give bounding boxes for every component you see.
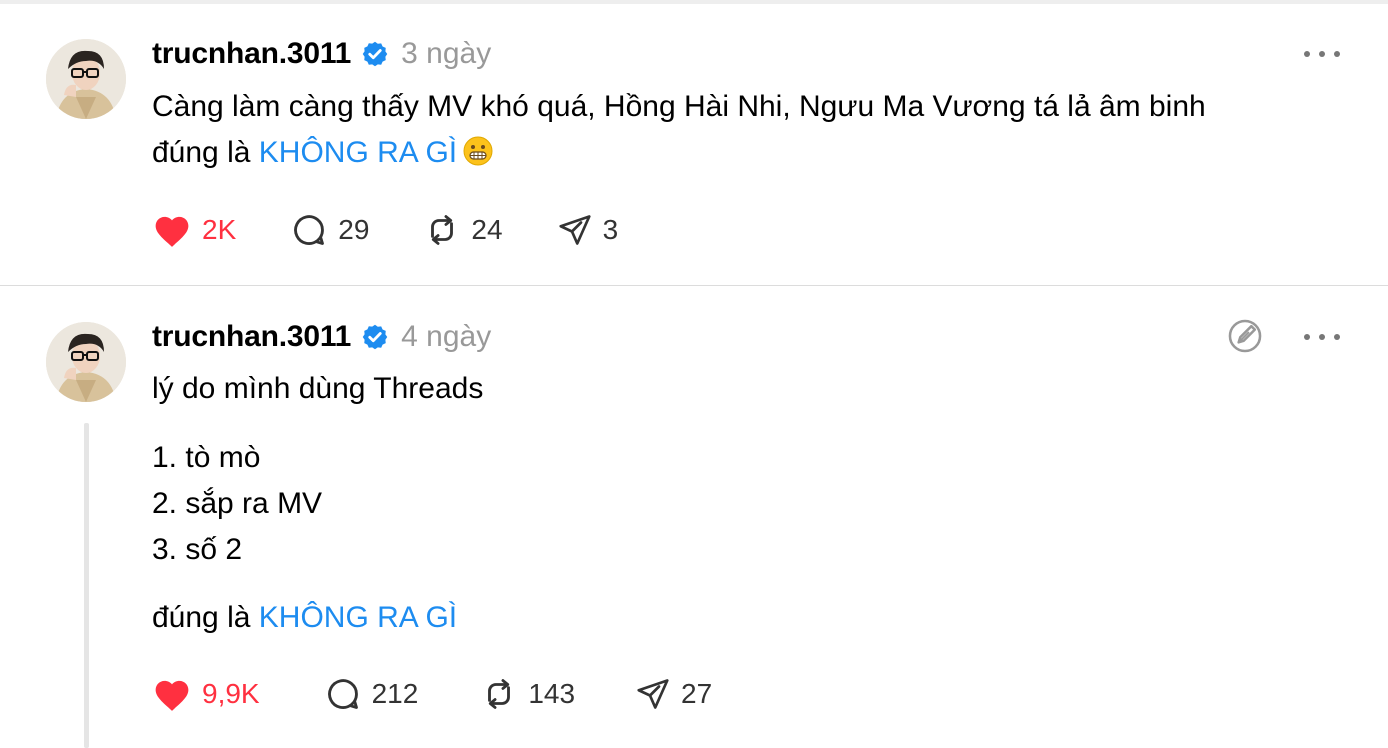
more-options-button[interactable] [1304, 329, 1340, 345]
action-bar: 2K 29 24 3 [152, 210, 618, 250]
repost-button[interactable]: 143 [480, 675, 575, 713]
reply-count: 29 [338, 214, 370, 245]
more-dot [1304, 51, 1310, 57]
verified-badge-icon [361, 40, 389, 68]
post-header: trucnhan.3011 3 ngày [152, 34, 491, 74]
username[interactable]: trucnhan.3011 [152, 37, 351, 71]
reply-button[interactable]: 29 [290, 211, 369, 249]
heart-icon [155, 216, 189, 247]
comment-icon [327, 679, 358, 709]
avatar[interactable] [46, 322, 126, 402]
post-time[interactable]: 3 ngày [401, 37, 491, 71]
more-dot [1304, 334, 1310, 340]
thread-line [84, 423, 89, 748]
text-prefix: đúng là [152, 136, 259, 169]
reply-button[interactable]: 212 [324, 675, 419, 713]
post-text: Càng làm càng thấy MV khó quá, Hồng Hài … [152, 84, 1206, 176]
like-button[interactable]: 9,9K [152, 676, 260, 712]
post-header: trucnhan.3011 4 ngày [152, 317, 491, 357]
heart-icon [155, 680, 189, 711]
post-line: đúng là KHÔNG RA GÌ [152, 595, 457, 641]
more-dot [1319, 334, 1325, 340]
edit-icon[interactable] [1226, 317, 1264, 355]
share-count: 3 [602, 214, 619, 245]
list-item: 1. tò mò [152, 441, 261, 474]
like-count: 9,9K [202, 678, 260, 709]
text-prefix: đúng là [152, 601, 259, 634]
post-line: Càng làm càng thấy MV khó quá, Hồng Hài … [152, 90, 1206, 123]
reply-count: 212 [371, 678, 419, 709]
list-item: 2. sắp ra MV [152, 487, 323, 520]
repost-button[interactable]: 24 [423, 211, 503, 249]
repost-count: 24 [471, 214, 503, 245]
more-dot [1334, 51, 1340, 57]
repost-icon [488, 679, 511, 709]
verified-badge-icon [361, 323, 389, 351]
post-time[interactable]: 4 ngày [401, 320, 491, 354]
post-text-end: đúng là KHÔNG RA GÌ [152, 595, 457, 641]
more-dot [1319, 51, 1325, 57]
comment-icon [294, 215, 325, 245]
repost-icon [431, 215, 454, 245]
post-list: 1. tò mò 2. sắp ra MV 3. số 2 [152, 435, 322, 573]
username[interactable]: trucnhan.3011 [152, 320, 351, 354]
post-line: đúng là KHÔNG RA GÌ [152, 130, 1206, 176]
more-dot [1334, 334, 1340, 340]
like-button[interactable]: 2K [152, 212, 236, 248]
grimacing-emoji [463, 134, 493, 166]
thread-post-1[interactable]: trucnhan.3011 3 ngày Càng làm càng thấy … [0, 0, 1388, 285]
post-line: lý do mình dùng Threads [152, 372, 484, 405]
like-count: 2K [202, 214, 237, 245]
post-text: lý do mình dùng Threads [152, 366, 483, 412]
avatar[interactable] [46, 39, 126, 119]
share-icon [558, 215, 591, 245]
hashtag-link[interactable]: KHÔNG RA GÌ [259, 601, 457, 634]
repost-count: 143 [528, 678, 576, 709]
action-bar: 9,9K 212 143 27 [152, 674, 712, 714]
share-icon [637, 679, 669, 709]
share-button[interactable]: 3 [557, 212, 619, 248]
share-button[interactable]: 27 [635, 676, 712, 712]
more-options-button[interactable] [1304, 46, 1340, 62]
hashtag-link[interactable]: KHÔNG RA GÌ [259, 136, 457, 169]
share-count: 27 [681, 678, 713, 709]
thread-post-2[interactable]: trucnhan.3011 4 ngày lý do mình dùng Thr… [0, 286, 1388, 748]
list-item: 3. số 2 [152, 533, 243, 566]
